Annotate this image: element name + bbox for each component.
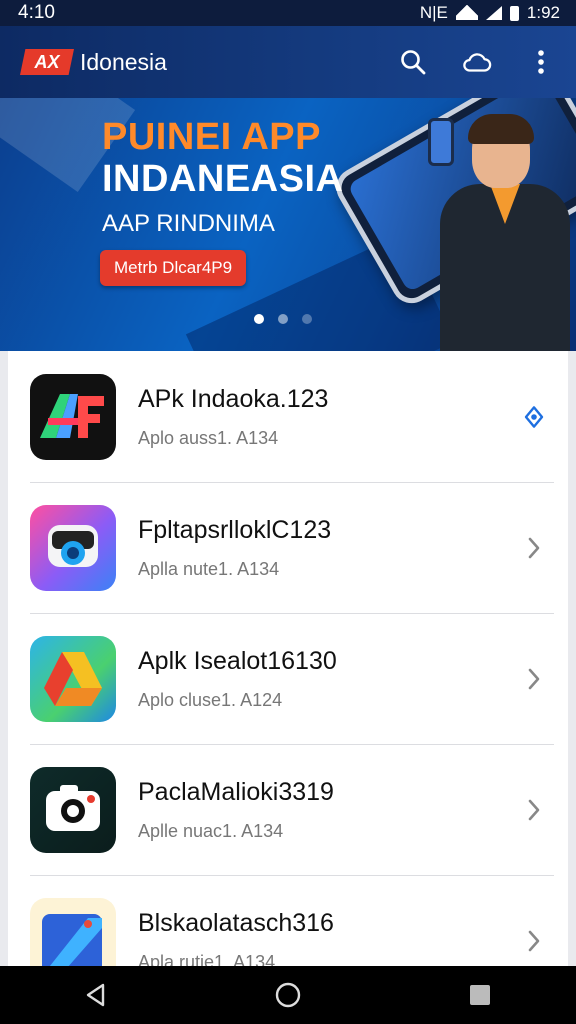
search-icon[interactable] bbox=[398, 47, 428, 77]
status-time: 4:10 bbox=[18, 2, 55, 23]
status-right-text: 1:92 bbox=[526, 3, 560, 22]
camera-icon bbox=[30, 766, 116, 853]
app-logo[interactable]: AX Idonesia bbox=[20, 49, 167, 76]
list-item[interactable]: Blskaolatasch316 Apla rutie1. A134 bbox=[8, 875, 568, 966]
drive-icon bbox=[30, 635, 116, 722]
list-item[interactable]: APk Indaoka.123 Aplo auss1. A134 bbox=[8, 351, 568, 482]
banner-title-line2: INDANEASIA bbox=[102, 158, 344, 200]
status-indicators: N|E 1:92 bbox=[420, 3, 560, 23]
back-icon[interactable] bbox=[76, 975, 116, 1015]
home-icon[interactable] bbox=[268, 975, 308, 1015]
system-nav-bar bbox=[0, 966, 576, 1024]
chevron-right-icon[interactable] bbox=[522, 667, 546, 691]
app-name: APk Indaoka.123 bbox=[138, 384, 329, 413]
carousel-dot[interactable] bbox=[278, 314, 288, 324]
carousel-indicator bbox=[254, 314, 312, 324]
chevron-right-icon[interactable] bbox=[522, 798, 546, 822]
download-icon[interactable] bbox=[522, 405, 546, 429]
app-meta: Aplle nuac1. A134 bbox=[138, 820, 284, 841]
battery-icon bbox=[509, 5, 519, 21]
banner-title-line1: PUINEI APP bbox=[102, 116, 321, 158]
carousel-dot[interactable] bbox=[254, 314, 264, 324]
app-name: FpltapsrlloklC123 bbox=[138, 515, 332, 544]
banner-cta-button[interactable]: Metrb Dlcar4P9 bbox=[100, 250, 247, 286]
af-logo-icon bbox=[30, 373, 116, 460]
app-title: Idonesia bbox=[80, 48, 167, 75]
more-vert-icon[interactable] bbox=[526, 47, 556, 77]
app-list: APk Indaoka.123 Aplo auss1. A134 Fpltaps… bbox=[8, 351, 568, 966]
app-meta: Apla rutie1. A134 bbox=[138, 951, 276, 967]
list-item[interactable]: PaclaMalioki3319 Aplle nuac1. A134 bbox=[8, 744, 568, 875]
logo-mark-icon: AX bbox=[20, 49, 74, 75]
wifi-icon bbox=[456, 5, 478, 21]
camera-lens-icon bbox=[30, 504, 116, 591]
app-meta: Aplo auss1. A134 bbox=[138, 427, 279, 448]
chevron-right-icon[interactable] bbox=[522, 929, 546, 953]
app-name: Blskaolatasch316 bbox=[138, 908, 334, 937]
handheld-phone-icon bbox=[428, 118, 454, 166]
app-bar-actions bbox=[398, 47, 556, 77]
recents-icon[interactable] bbox=[460, 975, 500, 1015]
notes-icon bbox=[30, 897, 116, 966]
carousel-dot[interactable] bbox=[302, 314, 312, 324]
banner-subtitle: AAP RINDNIMA bbox=[102, 210, 275, 237]
status-bar: 4:10 N|E 1:92 bbox=[0, 0, 576, 26]
app-meta: Aplla nute1. A134 bbox=[138, 558, 280, 579]
signal-icon bbox=[485, 6, 502, 20]
chevron-right-icon[interactable] bbox=[522, 536, 546, 560]
app-meta: Aplo cluse1. A124 bbox=[138, 689, 283, 710]
person-illustration bbox=[428, 114, 570, 351]
list-item[interactable]: Aplk Isealot16130 Aplo cluse1. A124 bbox=[8, 613, 568, 744]
cloud-icon[interactable] bbox=[462, 47, 492, 77]
promo-banner[interactable]: PUINEI APP INDANEASIA AAP RINDNIMA Metrb… bbox=[0, 98, 576, 351]
app-bar: AX Idonesia bbox=[0, 26, 576, 98]
app-name: PaclaMalioki3319 bbox=[138, 777, 334, 806]
network-indicator: N|E bbox=[419, 3, 448, 22]
list-item[interactable]: FpltapsrlloklC123 Aplla nute1. A134 bbox=[8, 482, 568, 613]
app-name: Aplk Isealot16130 bbox=[138, 646, 337, 675]
